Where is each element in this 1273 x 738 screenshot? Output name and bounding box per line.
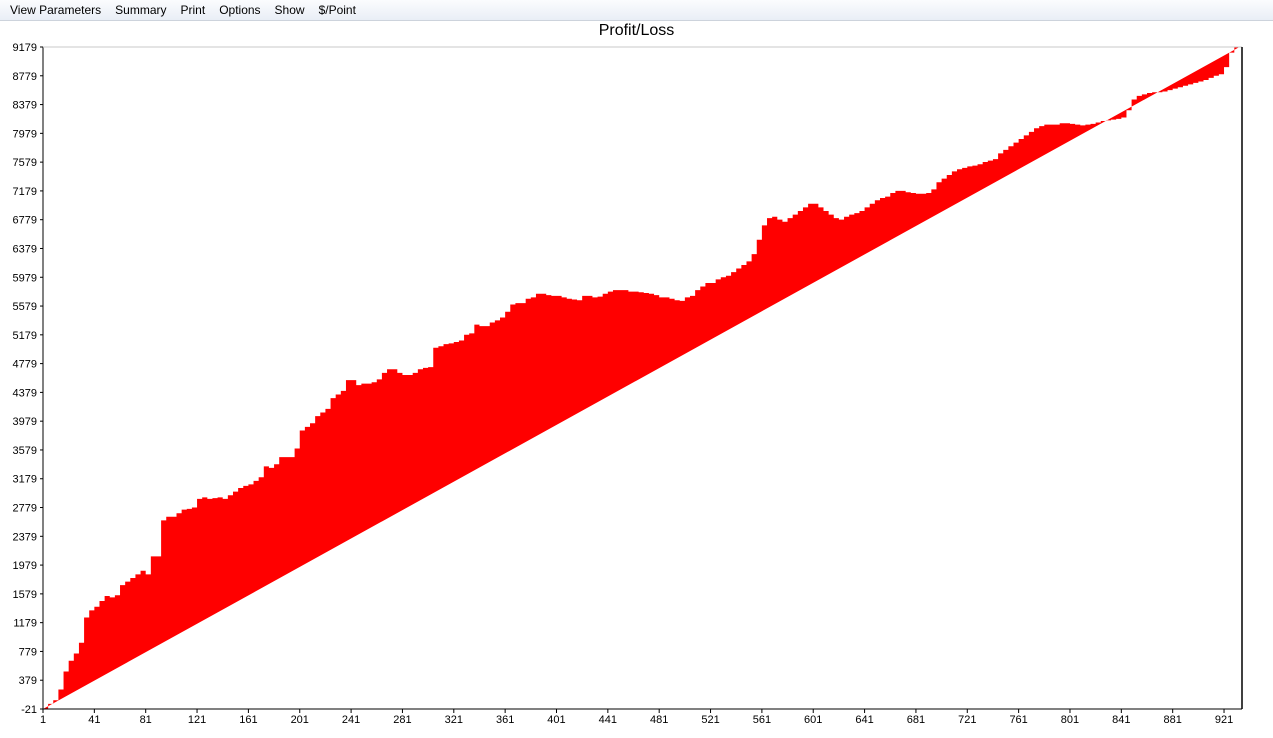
x-tick-label: 481 <box>650 714 668 726</box>
x-tick-label: 841 <box>1112 714 1130 726</box>
y-tick-label: 6379 <box>13 243 37 255</box>
y-tick-label: -21 <box>21 704 37 716</box>
y-tick-label: 8779 <box>13 71 37 83</box>
x-tick-label: 801 <box>1061 714 1079 726</box>
y-tick-label: 1979 <box>13 560 37 572</box>
y-tick-label: 7179 <box>13 186 37 198</box>
x-tick-label: 601 <box>804 714 822 726</box>
y-tick-label: 9179 <box>13 42 37 54</box>
x-tick-label: 41 <box>88 714 100 726</box>
x-tick-label: 1 <box>40 714 46 726</box>
y-tick-label: 5179 <box>13 330 37 342</box>
x-tick-label: 361 <box>496 714 514 726</box>
y-tick-label: 3179 <box>13 474 37 486</box>
y-tick-label: 4779 <box>13 359 37 371</box>
profit-loss-area <box>43 47 1240 709</box>
x-tick-label: 721 <box>958 714 976 726</box>
x-tick-label: 561 <box>753 714 771 726</box>
x-tick-label: 921 <box>1215 714 1233 726</box>
y-tick-label: 2779 <box>13 503 37 515</box>
y-tick-label: 3979 <box>13 416 37 428</box>
x-tick-label: 81 <box>140 714 152 726</box>
x-tick-label: 881 <box>1163 714 1181 726</box>
y-tick-label: 6779 <box>13 215 37 227</box>
x-tick-label: 401 <box>547 714 565 726</box>
y-tick-label: 3579 <box>13 445 37 457</box>
y-tick-label: 1579 <box>13 589 37 601</box>
y-tick-label: 4379 <box>13 387 37 399</box>
y-tick-label: 7579 <box>13 157 37 169</box>
profit-loss-chart: 9179 8779 8379 7979 7579 7179 6779 6379 5979 5579… <box>13 42 1243 726</box>
x-tick-label: 201 <box>291 714 309 726</box>
y-tick-label: 779 <box>19 646 37 658</box>
x-tick-label: 441 <box>599 714 617 726</box>
x-tick-label: 241 <box>342 714 360 726</box>
x-tick-label: 281 <box>393 714 411 726</box>
y-tick-label: 5579 <box>13 301 37 313</box>
x-tick-label: 121 <box>188 714 206 726</box>
x-tick-label: 321 <box>445 714 463 726</box>
y-tick-label: 1179 <box>13 618 37 630</box>
x-tick-label: 521 <box>701 714 719 726</box>
y-tick-label: 5979 <box>13 272 37 284</box>
y-tick-label: 7979 <box>13 128 37 140</box>
x-tick-label: 161 <box>239 714 257 726</box>
x-tick-label: 761 <box>1009 714 1027 726</box>
y-tick-label: 2379 <box>13 531 37 543</box>
x-tick-label: 641 <box>855 714 873 726</box>
x-tick-label: 681 <box>907 714 925 726</box>
y-tick-label: 8379 <box>13 100 37 112</box>
y-tick-label: 379 <box>19 675 37 687</box>
